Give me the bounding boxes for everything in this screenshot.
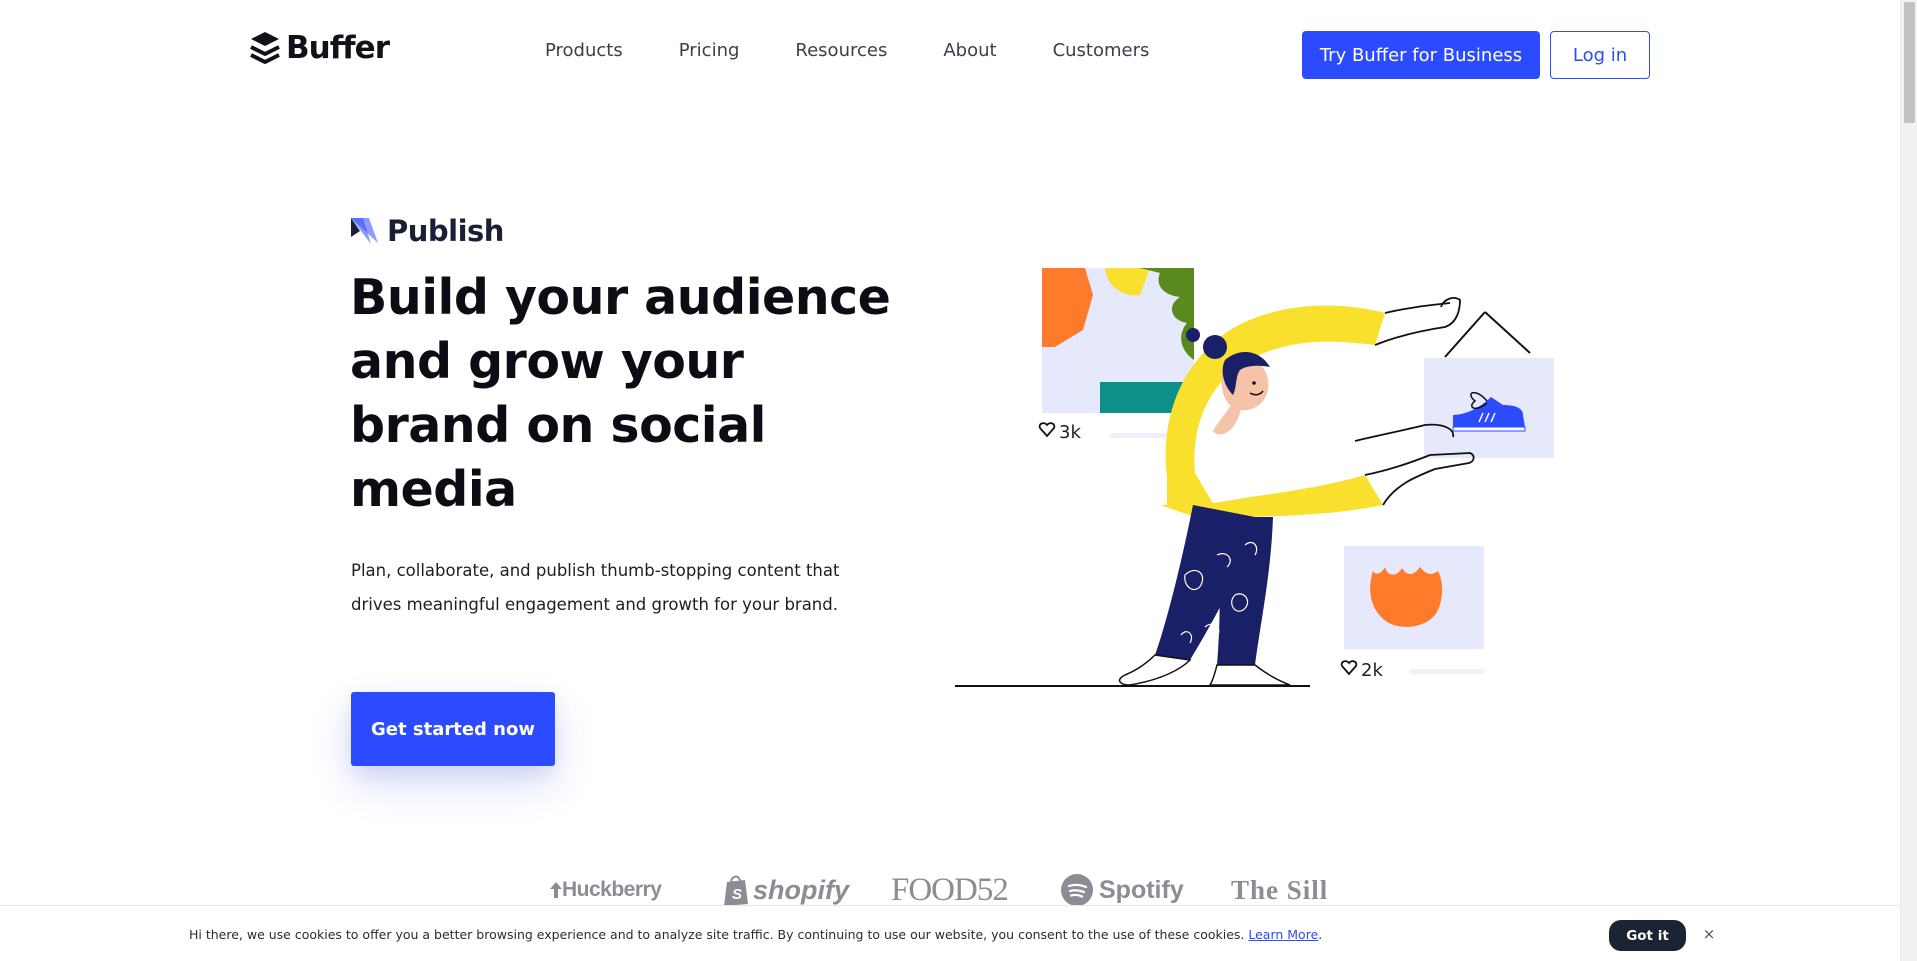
nav-pricing[interactable]: Pricing bbox=[679, 40, 740, 61]
try-business-button[interactable]: Try Buffer for Business bbox=[1302, 31, 1540, 79]
sneaker-frame bbox=[1424, 311, 1554, 458]
got-it-button[interactable]: Got it bbox=[1609, 920, 1686, 951]
cookie-message: Hi there, we use cookies to offer you a … bbox=[189, 927, 1323, 942]
nav-customers[interactable]: Customers bbox=[1053, 40, 1150, 61]
hero-illustration: 3k 2k bbox=[955, 268, 1554, 687]
huckberry-arrow-icon bbox=[550, 882, 562, 898]
logo-text: Buffer bbox=[286, 30, 390, 66]
login-button[interactable]: Log in bbox=[1550, 31, 1650, 79]
likes-2k: 2k bbox=[1340, 660, 1383, 681]
vertical-scrollbar[interactable] bbox=[1900, 0, 1917, 961]
likes-2k-label: 2k bbox=[1361, 660, 1383, 681]
huckberry-logo: Huckberry bbox=[550, 870, 662, 910]
learn-more-link[interactable]: Learn More bbox=[1248, 927, 1318, 942]
the-sill-logo: The Sill bbox=[1231, 874, 1329, 905]
product-name: Publish bbox=[387, 214, 504, 248]
hero-subtitle: Plan, collaborate, and publish thumb-sto… bbox=[351, 561, 840, 614]
food52-logo: FOOD52 bbox=[891, 871, 1009, 908]
shopify-bag-icon: S bbox=[724, 875, 748, 906]
close-icon[interactable]: × bbox=[1700, 925, 1718, 943]
hero-title: Build your audience and grow your brand … bbox=[350, 269, 891, 518]
scrollbar-thumb[interactable] bbox=[1904, 2, 1915, 123]
site-header: Buffer Products Pricing Resources About … bbox=[0, 0, 1900, 110]
customer-logos: Huckberry S shopify FOOD52 Spotify The S… bbox=[548, 870, 1358, 910]
cookie-banner: Hi there, we use cookies to offer you a … bbox=[0, 905, 1900, 961]
nav-about[interactable]: About bbox=[943, 40, 996, 61]
get-started-button[interactable]: Get started now bbox=[351, 692, 555, 766]
post-card-2 bbox=[1344, 546, 1484, 674]
nav-resources[interactable]: Resources bbox=[795, 40, 887, 61]
likes-3k-label: 3k bbox=[1059, 422, 1081, 443]
spotify-logo: Spotify bbox=[1061, 870, 1184, 910]
spotify-circle-icon bbox=[1061, 874, 1093, 906]
buffer-stack-icon bbox=[250, 32, 280, 64]
svg-text:S: S bbox=[732, 886, 742, 903]
publish-icon bbox=[351, 218, 378, 244]
buffer-logo[interactable]: Buffer bbox=[250, 30, 390, 66]
shopify-logo: S shopify bbox=[723, 870, 849, 910]
product-badge: Publish bbox=[351, 214, 504, 248]
nav-products[interactable]: Products bbox=[545, 40, 623, 61]
likes-3k: 3k bbox=[1038, 422, 1081, 443]
main-nav: Products Pricing Resources About Custome… bbox=[545, 40, 1205, 61]
